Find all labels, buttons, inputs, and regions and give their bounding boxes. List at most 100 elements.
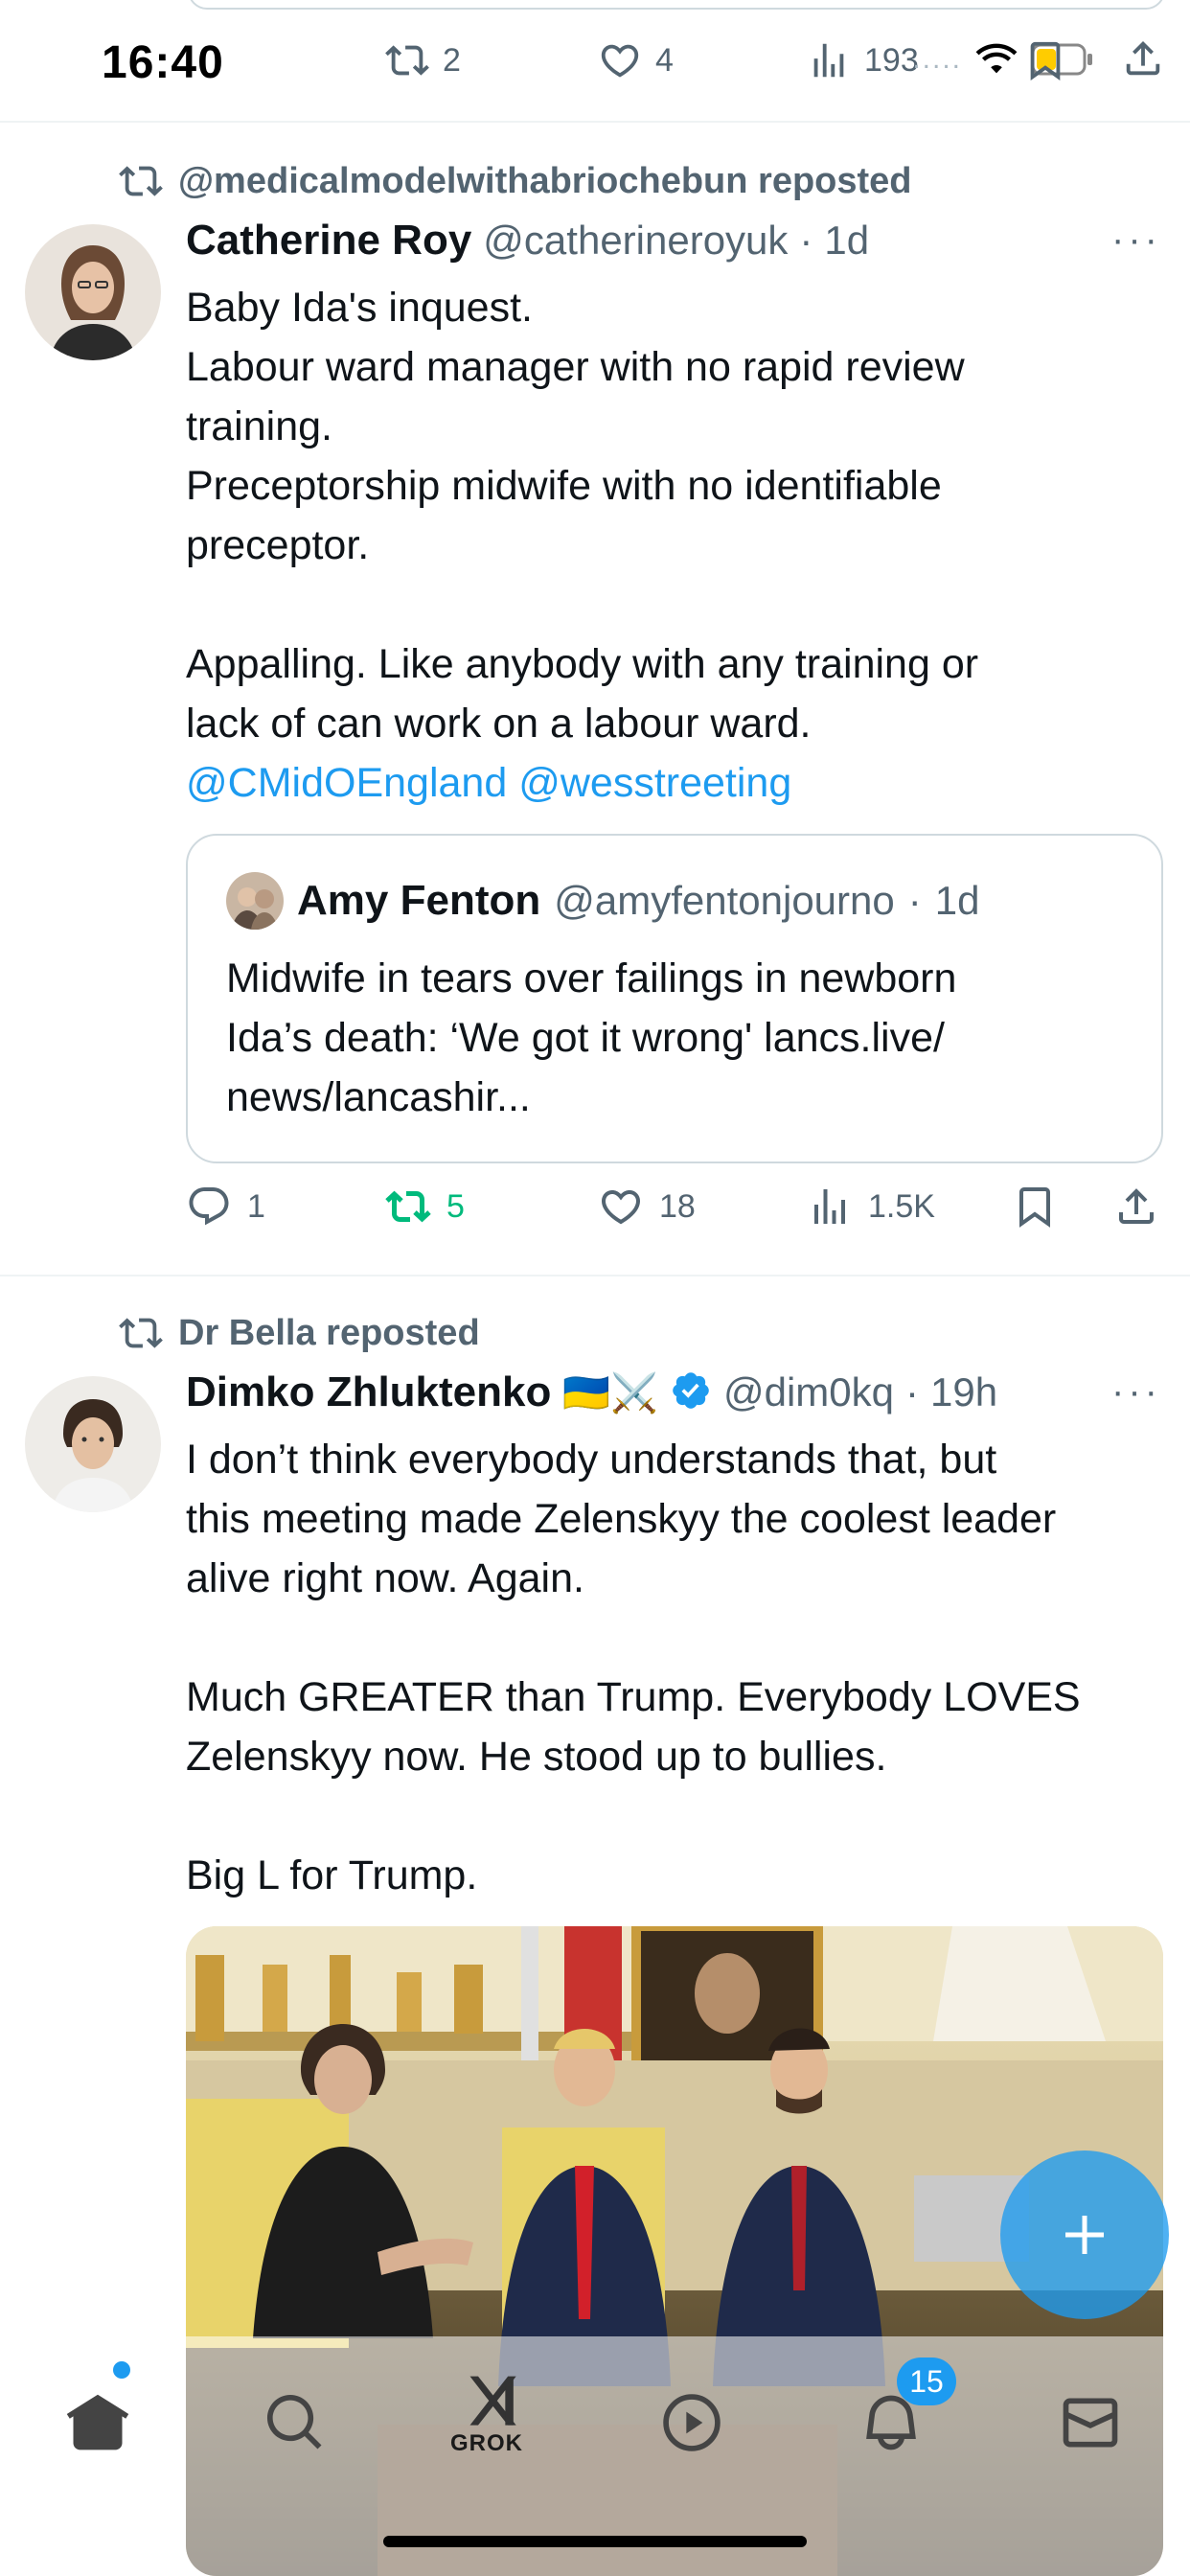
tab-search[interactable] [247,2375,343,2471]
previous-bookmark-button[interactable] [1023,38,1067,87]
grok-icon [469,2376,516,2426]
repost-context[interactable]: Dr Bella reposted [119,1311,480,1355]
quote-age: 1d [934,878,980,923]
tweet-divider [0,1275,1190,1276]
repost-button[interactable]: 5 [385,1184,465,1230]
verified-icon [670,1369,712,1416]
author-row: Dimko Zhluktenko 🇺🇦⚔️ @dim0kq · 19h [186,1368,997,1416]
views-button[interactable]: 1.5K [807,1184,935,1230]
repost-context[interactable]: @medicalmodelwithabriochebun reposted [119,159,912,203]
like-button[interactable]: 18 [598,1184,696,1230]
quote-author-handle: @amyfentonjourno [554,878,895,923]
tab-video[interactable] [644,2375,740,2471]
reply-count: 1 [247,1187,265,1225]
video-icon [663,2394,721,2451]
avatar[interactable] [25,224,161,360]
repost-icon [385,45,429,76]
mail-icon [1063,2398,1118,2448]
text-line: Much GREATER than Trump. Everybody LOVES [186,1674,1081,1720]
previous-like-button[interactable]: 4 [598,38,674,82]
previous-views-button[interactable]: 193 [807,38,919,82]
views-icon [813,43,844,78]
home-icon [66,2394,129,2450]
tweet-text: I don’t think everybody understands that… [186,1430,1173,1905]
text-line: training. [186,403,332,449]
text-line: Appalling. Like anybody with any trainin… [186,641,979,687]
previous-like-count: 4 [655,41,674,79]
repost-icon [385,1190,431,1223]
text-line: Preceptorship midwife with no identifiab… [186,463,942,509]
avatar[interactable] [25,1376,161,1512]
author-name[interactable]: Catherine Roy [186,217,471,264]
home-indicator [383,2536,807,2547]
previous-repost-button[interactable]: 2 [385,38,461,82]
like-count: 18 [659,1187,696,1225]
text-line: Labour ward manager with no rapid review [186,344,965,390]
views-count: 1.5K [868,1187,935,1225]
separator-dot: · [905,1369,920,1414]
repost-count: 5 [446,1187,465,1225]
bookmark-button[interactable] [1012,1184,1058,1230]
repost-label: @medicalmodelwithabriochebun reposted [178,160,912,201]
author-handle[interactable]: @dim0kq [723,1369,894,1415]
text-line: Baby Ida's inquest. [186,285,533,331]
more-options-button[interactable]: ··· [1111,1370,1161,1414]
reply-button[interactable]: 1 [186,1184,265,1230]
more-options-button[interactable]: ··· [1111,218,1161,262]
share-icon [1126,40,1160,76]
tweet-age[interactable]: 1d [824,218,869,264]
quote-avatar [226,872,284,930]
repost-icon [119,166,163,196]
reply-icon [189,1187,229,1226]
signal-dots: ..... [912,43,962,75]
text-line: I don’t think everybody understands that… [186,1437,997,1483]
text-line: Zelenskyy now. He stood up to bullies. [186,1734,887,1780]
views-icon [814,1189,845,1224]
heart-icon [601,1190,641,1225]
text-line: lack of can work on a labour ward. [186,701,812,747]
author-name[interactable]: Dimko Zhluktenko [186,1368,551,1416]
repost-label: Dr Bella reposted [178,1312,480,1353]
home-unread-dot [113,2361,130,2379]
text-line: this meeting made Zelenskyy the coolest … [186,1496,1057,1542]
mention-link[interactable]: @wesstreeting [518,760,791,806]
tab-messages[interactable] [1042,2375,1138,2471]
previous-views-count: 193 [864,41,919,79]
text-line: Ida’s death: ‘We got it wrong' lancs.liv… [226,1015,945,1061]
author-row: Catherine Roy @catherineroyuk · 1d [186,217,869,264]
text-line: alive right now. Again. [186,1555,584,1601]
status-time: 16:40 [102,37,224,88]
bookmark-icon [1019,1187,1050,1228]
separator-dot: · [799,218,813,263]
heart-icon [601,44,639,78]
tweet-age[interactable]: 19h [930,1369,997,1415]
tweet-text: Baby Ida's inquest. Labour ward manager … [186,278,1173,813]
tab-home[interactable] [50,2375,146,2471]
quote-author-row: Amy Fenton @amyfentonjourno · 1d [226,872,979,930]
notification-badge: 15 [897,2358,956,2405]
previous-repost-count: 2 [443,41,461,79]
quote-text: Midwife in tears over failings in newbor… [226,949,1136,1127]
text-line: Midwife in tears over failings in newbor… [226,955,957,1001]
quote-author-name: Amy Fenton [297,877,541,924]
bookmark-icon [1030,41,1061,80]
previous-card-edge [188,0,1165,10]
text-line: news/lancashir... [226,1074,531,1120]
author-handle[interactable]: @catherineroyuk [483,218,788,264]
grok-label: GROK [450,2430,523,2456]
wifi-icon [973,42,1019,77]
plus-icon [1065,2216,1104,2254]
mentions-line: @CMidOEngland @wesstreeting [186,753,1173,813]
share-icon [1119,1188,1154,1224]
name-emoji: 🇺🇦⚔️ [562,1371,658,1414]
quoted-tweet-card[interactable]: Amy Fenton @amyfentonjourno · 1d Midwife… [186,834,1163,1163]
previous-share-button[interactable] [1121,36,1165,85]
text-line: Big L for Trump. [186,1852,478,1898]
repost-icon [119,1318,163,1348]
tweet-actions: 1 5 18 1.5K [186,1184,1182,1241]
text-line: preceptor. [186,522,370,568]
compose-button[interactable] [1000,2150,1169,2319]
mention-link[interactable]: @CMidOEngland [186,760,507,806]
share-button[interactable] [1113,1184,1159,1230]
top-strip: 16:40 2 4 193 ..... [0,0,1190,123]
